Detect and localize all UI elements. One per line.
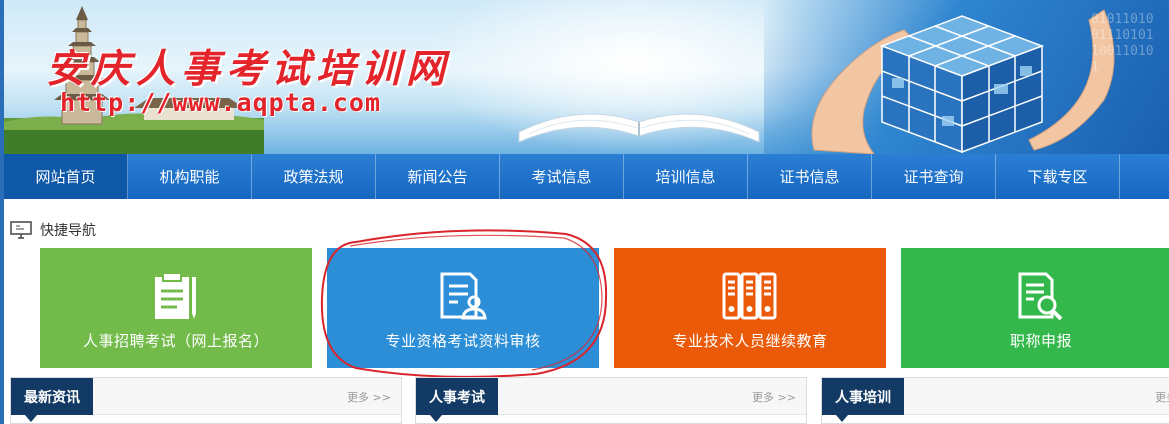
section-personnel-training-title: 人事培训 — [822, 378, 904, 422]
tile-continuing-education[interactable]: 专业技术人员继续教育 — [614, 248, 886, 368]
section-latest-news-title: 最新资讯 — [11, 378, 93, 422]
latest-news-more-link[interactable]: 更多 >> — [347, 389, 391, 405]
tile-continuing-education-label: 专业技术人员继续教育 — [672, 332, 828, 350]
photo-cube-illustration — [879, 15, 1045, 154]
clipboard-icon — [155, 272, 196, 319]
section-latest-news: 最新资讯 更多 >> — [10, 377, 402, 424]
site-url: http://www.aqpta.com — [60, 88, 382, 117]
quick-nav-heading: 快捷导航 — [10, 220, 96, 240]
nav-item-news[interactable]: 新闻公告 — [376, 154, 500, 199]
personnel-training-more-link[interactable]: 更多 >> — [1155, 389, 1169, 405]
tile-title-application-label: 职称申报 — [1009, 332, 1072, 350]
section-personnel-exam: 人事考试 更多 >> — [415, 377, 807, 424]
tile-recruitment-exam-label: 人事招聘考试（网上报名） — [82, 332, 269, 350]
nav-item-downloads[interactable]: 下载专区 — [996, 154, 1120, 199]
page: 0101101001110101100110101 安庆人事考试培训网 http… — [0, 0, 1169, 424]
nav-item-home[interactable]: 网站首页 — [4, 154, 128, 199]
nav-item-policy[interactable]: 政策法规 — [252, 154, 376, 199]
document-user-icon — [440, 272, 487, 320]
document-search-icon — [1018, 272, 1063, 321]
site-banner: 0101101001110101100110101 安庆人事考试培训网 http… — [4, 0, 1169, 154]
nav-item-certificate-query[interactable]: 证书查询 — [872, 154, 996, 199]
quick-nav-title: 快捷导航 — [40, 223, 96, 239]
binary-decoration: 0101101001110101100110101 — [1091, 12, 1154, 75]
binders-icon — [722, 272, 777, 320]
open-book-illustration — [518, 113, 760, 143]
tile-recruitment-exam[interactable]: 人事招聘考试（网上报名） — [40, 248, 312, 368]
section-latest-news-header: 最新资讯 更多 >> — [11, 378, 401, 422]
monitor-icon — [10, 221, 32, 239]
tile-qualification-review[interactable]: 专业资格考试资料审核 — [327, 248, 599, 368]
section-personnel-training: 人事培训 更多 >> — [821, 377, 1169, 424]
section-personnel-exam-title: 人事考试 — [416, 378, 498, 422]
personnel-exam-more-link[interactable]: 更多 >> — [752, 389, 796, 405]
tile-qualification-review-label: 专业资格考试资料审核 — [385, 332, 541, 350]
section-personnel-training-header: 人事培训 更多 >> — [822, 378, 1169, 422]
site-title: 安庆人事考试培训网 — [46, 46, 452, 92]
main-nav: 网站首页 机构职能 政策法规 新闻公告 考试信息 培训信息 证书信息 证书查询 … — [4, 154, 1169, 199]
nav-item-training-info[interactable]: 培训信息 — [624, 154, 748, 199]
nav-item-exam-info[interactable]: 考试信息 — [500, 154, 624, 199]
section-personnel-exam-header: 人事考试 更多 >> — [416, 378, 806, 422]
nav-item-institution[interactable]: 机构职能 — [128, 154, 252, 199]
tile-title-application[interactable]: 职称申报 — [901, 248, 1169, 368]
nav-item-certificate-info[interactable]: 证书信息 — [748, 154, 872, 199]
